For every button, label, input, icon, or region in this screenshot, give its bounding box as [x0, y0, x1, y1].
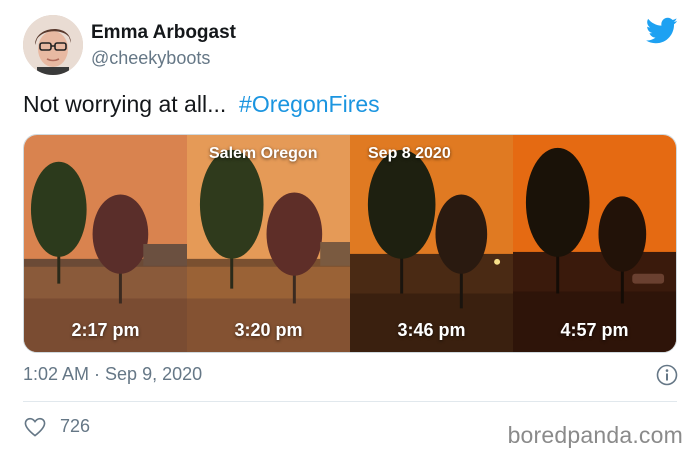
- location-overlay: Salem Oregon: [209, 145, 318, 162]
- time-label: 4:57 pm: [560, 320, 629, 340]
- tweet-timestamp[interactable]: 1:02 AM · Sep 9, 2020: [23, 364, 202, 385]
- date-overlay: Sep 8 2020: [368, 145, 451, 162]
- tweet-media[interactable]: 2:17 pm Salem Oregon 3:20 pm Sep 8 2020 …: [23, 134, 677, 353]
- media-panel-2[interactable]: Salem Oregon 3:20 pm: [187, 135, 350, 352]
- info-icon[interactable]: [656, 364, 678, 386]
- time-label: 3:46 pm: [397, 320, 466, 340]
- avatar[interactable]: [23, 15, 83, 75]
- twitter-bird-icon[interactable]: [646, 17, 678, 45]
- divider: [23, 401, 677, 402]
- media-panel-4[interactable]: 4:57 pm: [513, 135, 676, 352]
- media-panel-1[interactable]: 2:17 pm: [24, 135, 187, 352]
- author-handle[interactable]: @cheekyboots: [91, 48, 210, 69]
- tweet-body: Not worrying at all...: [23, 91, 227, 117]
- media-panel-3[interactable]: Sep 8 2020 3:46 pm: [350, 135, 513, 352]
- heart-icon[interactable]: [24, 417, 46, 437]
- tweet-text: Not worrying at all... #OregonFires: [23, 91, 380, 118]
- hashtag-link[interactable]: #OregonFires: [239, 91, 380, 117]
- author-display-name[interactable]: Emma Arbogast: [91, 22, 236, 44]
- avatar-image: [23, 15, 83, 75]
- watermark: boredpanda.com: [507, 422, 683, 448]
- time-label: 2:17 pm: [71, 320, 140, 340]
- time-label: 3:20 pm: [234, 320, 303, 340]
- like-count[interactable]: 726: [60, 416, 90, 437]
